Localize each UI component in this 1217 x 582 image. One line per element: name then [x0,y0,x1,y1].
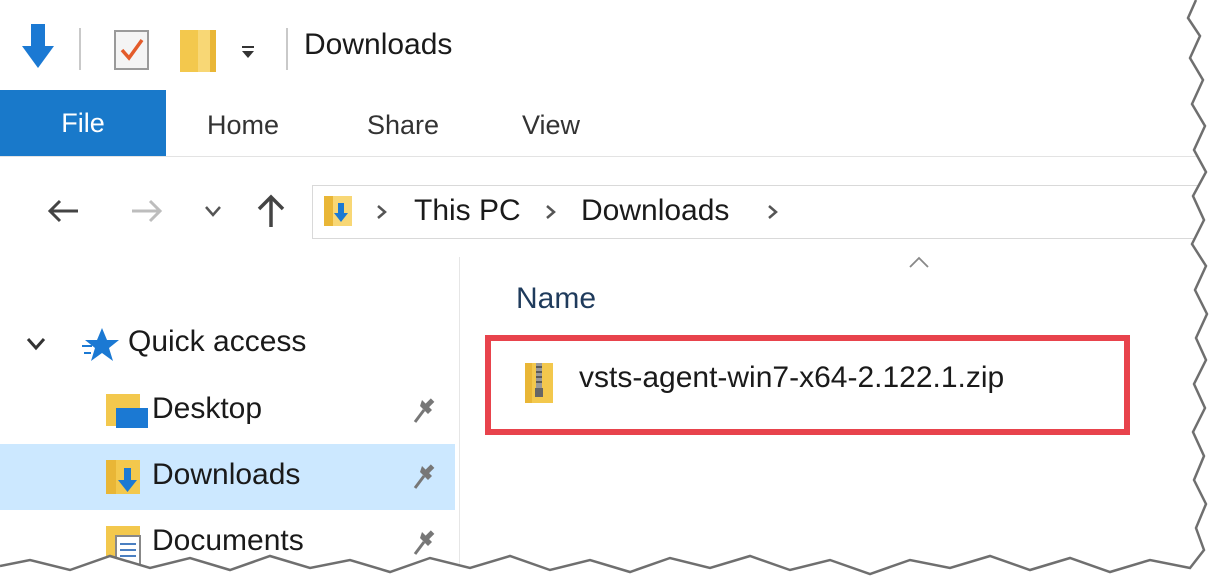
address-bar[interactable]: This PC Downloads [312,185,1217,239]
sidebar-item-label: Downloads [152,458,301,491]
ribbon: File Home Share View [0,90,1217,157]
back-arrow-icon[interactable] [46,199,80,223]
tab-home[interactable]: Home [207,90,279,156]
sidebar-item-downloads[interactable]: Downloads [0,444,455,510]
zip-folder-icon [525,363,553,403]
title-bar: Downloads [0,0,1217,90]
sort-ascending-icon [909,256,929,268]
recent-locations-icon[interactable] [204,205,222,217]
quick-access-label[interactable]: Quick access [128,325,306,359]
file-name: vsts-agent-win7-x64-2.122.1.zip [579,361,1005,394]
customize-dropdown-icon[interactable] [239,44,257,60]
pin-icon[interactable] [412,462,440,492]
breadcrumb-downloads[interactable]: Downloads [581,194,729,228]
tab-view[interactable]: View [522,90,580,156]
sidebar-item-documents[interactable]: Documents [0,510,455,576]
breadcrumb-chevron-icon[interactable] [545,204,557,220]
desktop-folder-icon [106,394,148,428]
down-arrow-icon[interactable] [20,22,56,72]
toolbar-separator [79,28,81,70]
tab-file[interactable]: File [0,90,166,156]
downloads-folder-icon [106,460,140,494]
column-header-name[interactable]: Name [516,282,596,316]
navigation-pane: Quick access Desktop Downloads Documents [0,257,460,582]
sidebar-item-label: Desktop [152,392,263,425]
expand-chevron-icon[interactable] [26,337,46,351]
new-folder-icon[interactable] [178,26,218,74]
file-row[interactable]: vsts-agent-win7-x64-2.122.1.zip [485,335,1130,435]
properties-icon[interactable] [112,28,152,72]
pin-icon[interactable] [412,396,440,426]
window-title: Downloads [304,28,453,61]
forward-arrow-icon[interactable] [130,199,164,223]
sidebar-item-label: Documents [152,524,304,557]
pin-icon[interactable] [412,528,440,558]
up-arrow-icon[interactable] [257,193,285,229]
breadcrumb-this-pc[interactable]: This PC [414,194,521,228]
file-list: Name vsts-agent-win7-x64-2.122.1.zip [460,256,1217,582]
sidebar-item-desktop[interactable]: Desktop [0,378,455,444]
documents-folder-icon [106,526,141,566]
downloads-folder-icon [324,196,352,226]
star-icon [82,328,119,361]
title-separator [286,28,288,70]
breadcrumb-chevron-icon[interactable] [376,204,388,220]
tab-share[interactable]: Share [367,90,439,156]
breadcrumb-chevron-icon[interactable] [767,204,779,220]
